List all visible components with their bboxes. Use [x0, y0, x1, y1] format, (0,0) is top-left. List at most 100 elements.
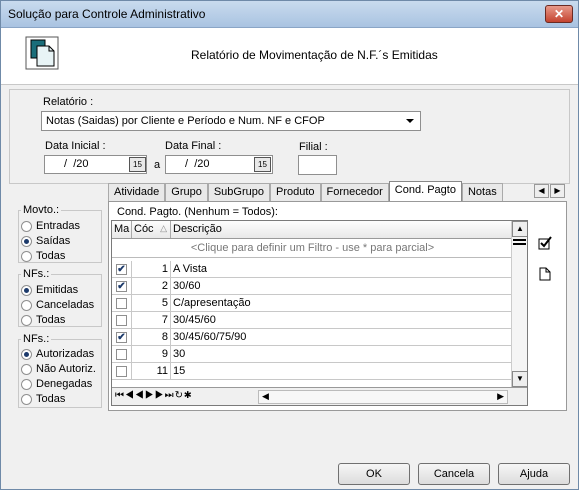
code-cell: 11: [132, 363, 171, 379]
filter-row[interactable]: <Clique para definir um Filtro - use * p…: [112, 240, 513, 258]
table-row[interactable]: 9 30: [112, 346, 513, 363]
relatorio-select[interactable]: Notas (Saidas) por Cliente e Período e N…: [41, 111, 421, 131]
close-button[interactable]: ✕: [545, 5, 573, 23]
radio-dot: [21, 299, 32, 311]
ok-button[interactable]: OK: [338, 463, 410, 485]
description-cell: 30/45/60/75/90: [173, 331, 247, 343]
radio-saidas[interactable]: Saídas: [21, 235, 70, 247]
radio-autoriz-todas[interactable]: Todas: [21, 393, 65, 405]
row-checkbox[interactable]: ✔: [116, 264, 127, 275]
radio-autorizadas[interactable]: Autorizadas: [21, 348, 94, 360]
select-all-icon[interactable]: [538, 236, 552, 250]
data-final-value: / /20: [182, 158, 210, 170]
radio-emitidas[interactable]: Emitidas: [21, 284, 78, 296]
radio-dot: [21, 314, 32, 326]
tab-grupo[interactable]: Grupo: [165, 183, 208, 202]
cond-pagto-grid[interactable]: Ma Cóc △ Descrição <Clique para definir u…: [111, 220, 528, 406]
calendar-icon[interactable]: 15: [254, 157, 271, 172]
new-document-icon[interactable]: [539, 267, 551, 281]
table-row[interactable]: 11 15: [112, 363, 513, 380]
radio-dot: [21, 284, 32, 296]
mark-cell: ✔: [112, 278, 132, 294]
table-row[interactable]: ✔ 8 30/45/60/75/90: [112, 329, 513, 346]
column-header-code[interactable]: Cóc △: [132, 221, 171, 238]
chevron-down-icon: [406, 119, 414, 123]
horizontal-scrollbar[interactable]: ◀ ▶: [258, 390, 508, 404]
table-row[interactable]: ✔ 1 A Vista: [112, 261, 513, 278]
window-title: Solução para Controle Administrativo: [8, 7, 206, 21]
code-cell: 1: [132, 261, 171, 277]
description-cell: C/apresentação: [173, 297, 251, 309]
mark-cell: [112, 346, 132, 362]
relatorio-select-value: Notas (Saidas) por Cliente e Período e N…: [46, 115, 325, 127]
report-header: Relatório de Movimentação de N.F.´s Emit…: [1, 28, 578, 85]
radio-denegadas[interactable]: Denegadas: [21, 378, 92, 390]
mark-cell: ✔: [112, 329, 132, 345]
column-header-code-label: Cóc: [134, 223, 154, 235]
radio-label: Todas: [36, 314, 66, 326]
description-cell: 30/60: [173, 280, 201, 292]
radio-nao-autoriz[interactable]: Não Autoriz.: [21, 363, 96, 375]
grid-navigator: ⏮◀◀▶▶⏭↻✱ ◀ ▶: [112, 387, 527, 405]
navigator-buttons[interactable]: ⏮◀◀▶▶⏭↻✱: [115, 390, 193, 401]
mark-cell: [112, 363, 132, 379]
radio-dot: [21, 220, 32, 232]
radio-label: Saídas: [36, 235, 71, 247]
tab-scroll-left-button[interactable]: ◀: [534, 184, 549, 198]
scroll-left-icon[interactable]: ◀: [262, 391, 269, 402]
row-checkbox[interactable]: [116, 315, 127, 326]
row-checkbox[interactable]: ✔: [116, 332, 127, 343]
row-checkbox[interactable]: ✔: [116, 281, 127, 292]
row-checkbox[interactable]: [116, 298, 127, 309]
radio-canceladas[interactable]: Canceladas: [21, 299, 94, 311]
radio-entradas[interactable]: Entradas: [21, 220, 80, 232]
radio-label: Não Autoriz.: [36, 363, 96, 375]
code-cell: 9: [132, 346, 171, 362]
mark-cell: [112, 295, 132, 311]
scroll-down-button[interactable]: ▼: [512, 371, 527, 387]
column-header-description[interactable]: Descrição: [171, 221, 513, 238]
radio-dot: [21, 378, 32, 390]
filter-tabs: Atividade Grupo SubGrupo Produto Fornece…: [108, 181, 503, 202]
code-cell: 7: [132, 312, 171, 328]
data-final-label: Data Final :: [165, 140, 222, 152]
nfs-authorization-title: NFs.:: [21, 333, 52, 345]
help-button[interactable]: Ajuda: [498, 463, 570, 485]
relatorio-label: Relatório :: [43, 96, 94, 108]
description-cell: 30/45/60: [173, 314, 216, 326]
table-row[interactable]: ✔ 2 30/60: [112, 278, 513, 295]
vertical-scrollbar[interactable]: ▲ ▼: [511, 221, 527, 387]
tab-subgrupo[interactable]: SubGrupo: [207, 183, 270, 202]
radio-label: Emitidas: [36, 284, 79, 296]
scroll-up-button[interactable]: ▲: [512, 221, 527, 237]
documents-icon: [25, 36, 59, 70]
tab-cond-pagto[interactable]: Cond. Pagto: [388, 181, 462, 202]
sort-icon: △: [160, 223, 167, 233]
tab-scroll-right-button[interactable]: ▶: [550, 184, 565, 198]
description-cell: 15: [173, 365, 186, 377]
row-checkbox[interactable]: [116, 349, 127, 360]
filial-field[interactable]: [298, 155, 337, 175]
radio-label: Autorizadas: [36, 348, 95, 360]
row-checkbox[interactable]: [116, 366, 127, 377]
date-separator: a: [154, 159, 161, 171]
scroll-thumb[interactable]: [513, 239, 526, 245]
tab-produto[interactable]: Produto: [270, 183, 321, 202]
radio-movto-todas[interactable]: Todas: [21, 250, 65, 262]
grid-header: Ma Cóc △ Descrição: [112, 221, 513, 239]
tab-notas[interactable]: Notas: [461, 183, 503, 202]
description-cell: A Vista: [173, 263, 208, 275]
filial-label: Filial :: [299, 141, 328, 153]
radio-label: Todas: [36, 250, 66, 262]
cancel-button[interactable]: Cancela: [418, 463, 490, 485]
radio-dot: [21, 363, 32, 375]
column-header-mark[interactable]: Ma: [112, 221, 132, 238]
tab-fornecedor[interactable]: Fornecedor: [320, 183, 389, 202]
calendar-icon[interactable]: 15: [129, 157, 146, 172]
table-row[interactable]: 7 30/45/60: [112, 312, 513, 329]
table-row[interactable]: 5 C/apresentação: [112, 295, 513, 312]
radio-nfs-todas[interactable]: Todas: [21, 314, 65, 326]
tab-atividade[interactable]: Atividade: [108, 183, 166, 202]
scroll-right-icon[interactable]: ▶: [497, 391, 504, 402]
radio-label: Canceladas: [36, 299, 95, 311]
